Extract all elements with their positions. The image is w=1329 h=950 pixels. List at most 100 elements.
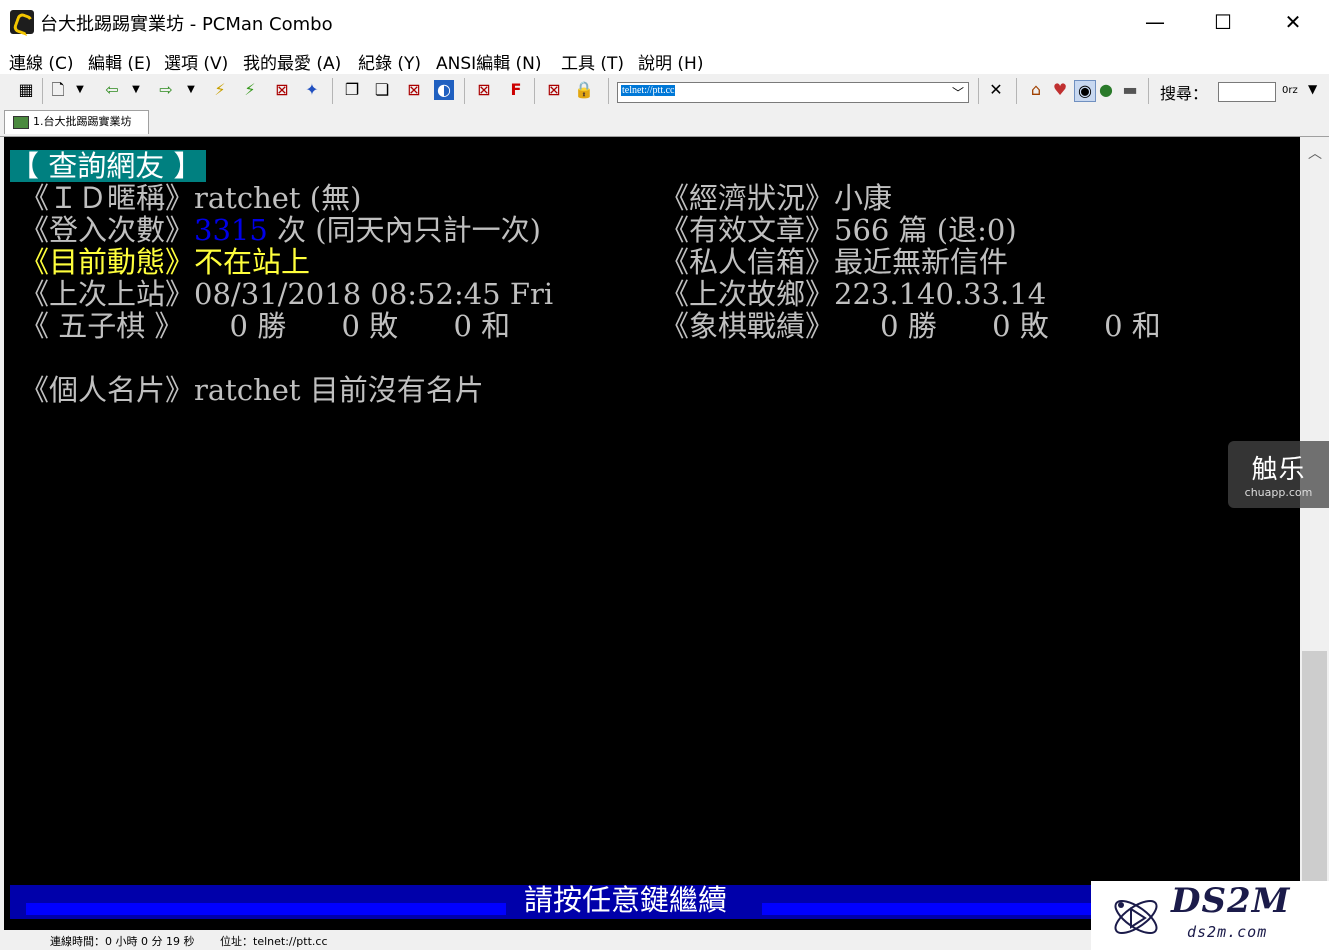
capture-icon[interactable]: ◉ <box>1074 80 1096 102</box>
page-title: 【 查詢網友 】 <box>10 150 207 182</box>
favorites-icon[interactable]: ♥ <box>1050 80 1070 100</box>
reconnect-icon[interactable]: ⚡ <box>210 80 230 100</box>
mail-row: 《私人信箱》最近無新信件 <box>660 246 1008 278</box>
chevron-down-icon[interactable]: ﹀ <box>952 84 964 101</box>
title-bar: 台大批踢踢實業坊 - PCMan Combo — ☐ ✕ <box>0 0 1329 44</box>
chuapp-watermark: 触乐 chuapp.com <box>1228 441 1329 508</box>
gomoku-value: 0 勝 0 敗 0 和 <box>183 309 511 343</box>
menu-bar: 連線 (C) 編輯 (E) 選項 (V) 我的最愛 (A) 紀錄 (Y) ANS… <box>0 44 1329 74</box>
menu-log[interactable]: 紀錄 (Y) <box>358 49 421 74</box>
tab-connection[interactable]: 1.台大批踢踢實業坊 <box>4 110 149 134</box>
id-row: 《ＩＤ暱稱》ratchet (無) <box>20 182 361 214</box>
status-value: 不在站上 <box>194 245 311 279</box>
pin-icon[interactable]: ✦ <box>302 80 322 100</box>
menu-edit[interactable]: 編輯 (E) <box>88 49 151 74</box>
minimize-button[interactable]: — <box>1120 0 1190 44</box>
watermark-main: 触乐 <box>1251 455 1306 485</box>
gomoku-label: 《 五子棋 》 <box>20 309 184 343</box>
copy-icon[interactable]: ❐ <box>342 80 362 100</box>
status-label: 《目前動態》 <box>20 245 195 279</box>
scroll-up-icon[interactable]: ︿ <box>1308 143 1322 163</box>
chess-row: 《象棋戰績》 0 勝 0 敗 0 和 <box>660 310 1161 342</box>
logins-count: 3315 <box>194 213 268 247</box>
maximize-button[interactable]: ☐ <box>1188 0 1258 44</box>
lock-icon[interactable]: 🔒 <box>574 80 594 100</box>
articles-value: 566 篇 (退:0) <box>834 213 1017 247</box>
articles-row: 《有效文章》566 篇 (退:0) <box>660 214 1017 246</box>
app-icon <box>10 10 34 34</box>
site-list-icon[interactable]: ▦ <box>16 80 36 100</box>
close-button[interactable]: ✕ <box>1258 0 1328 44</box>
address-bar[interactable]: telnet://ptt.cc ﹀ <box>617 82 969 103</box>
logins-suffix: 次 (同天內只計一次) <box>267 213 541 247</box>
back-arrow-icon[interactable]: ⇦ <box>102 80 122 100</box>
chess-value: 0 勝 0 敗 0 和 <box>834 309 1161 343</box>
forward-arrow-icon[interactable]: ⇨ <box>156 80 176 100</box>
block-icon[interactable]: ⊠ <box>544 80 564 100</box>
terminal-icon <box>13 115 29 129</box>
connect-time: 連線時間：0 小時 0 分 19 秒 <box>50 935 195 948</box>
last-ip-value: 223.140.33.14 <box>834 277 1047 311</box>
chevron-down-icon[interactable]: ▼ <box>1308 82 1317 96</box>
menu-favorites[interactable]: 我的最愛 (A) <box>243 49 341 74</box>
chevron-down-icon[interactable]: ▼ <box>74 80 86 100</box>
menu-connect[interactable]: 連線 (C) <box>9 49 74 74</box>
economy-value: 小康 <box>834 181 893 215</box>
watermark-sub: chuapp.com <box>1244 486 1313 499</box>
status-row: 《目前動態》不在站上 <box>20 246 310 278</box>
window-icon[interactable]: ▬ <box>1120 80 1140 100</box>
articles-label: 《有效文章》 <box>660 213 835 247</box>
chevron-down-icon[interactable]: ▼ <box>130 80 142 100</box>
window-title: 台大批踢踢實業坊 - PCMan Combo <box>40 14 333 35</box>
menu-options[interactable]: 選項 (V) <box>164 49 228 74</box>
mail-label: 《私人信箱》 <box>660 245 835 279</box>
economy-row: 《經濟狀況》小康 <box>660 182 892 214</box>
last-ip-row: 《上次故鄉》223.140.33.14 <box>660 278 1046 310</box>
gomoku-row: 《 五子棋 》 0 勝 0 敗 0 和 <box>20 310 510 342</box>
menu-tools[interactable]: 工具 (T) <box>561 49 624 74</box>
ds2m-emblem-icon <box>1114 899 1158 935</box>
search-engine-select[interactable]: 0rz <box>1282 85 1298 96</box>
search-input[interactable] <box>1218 82 1276 102</box>
menu-help[interactable]: 說明 (H) <box>638 49 703 74</box>
id-label: 《ＩＤ暱稱》 <box>20 181 195 215</box>
address-input[interactable]: telnet://ptt.cc <box>621 85 676 96</box>
ds2m-logo-url: ds2m.com <box>1187 923 1268 941</box>
close-tab-icon[interactable]: ✕ <box>986 80 1006 100</box>
disconnect-icon[interactable]: ⊠ <box>272 80 292 100</box>
chess-label: 《象棋戰績》 <box>660 309 835 343</box>
menu-ansi-edit[interactable]: ANSI編輯 (N) <box>436 49 542 74</box>
tab-label: 1.台大批踢踢實業坊 <box>33 115 132 128</box>
ds2m-logo: DS2M ds2m.com <box>1091 881 1329 950</box>
clear-icon[interactable]: ⊠ <box>404 80 424 100</box>
home-icon[interactable]: ⌂ <box>1026 80 1046 100</box>
economy-label: 《經濟狀況》 <box>660 181 835 215</box>
id-value: ratchet (無) <box>194 181 362 215</box>
tab-bar: 1.台大批踢踢實業坊 <box>0 108 1329 137</box>
search-label: 搜尋： <box>1160 84 1209 103</box>
chevron-down-icon[interactable]: ▼ <box>185 80 197 100</box>
reconnect-all-icon[interactable]: ⚡ <box>240 80 260 100</box>
ansi-clear-icon[interactable]: ⊠ <box>474 80 494 100</box>
font-icon[interactable]: F <box>506 80 526 100</box>
vertical-scrollbar[interactable]: ︿ <box>1300 137 1329 930</box>
mail-value: 最近無新信件 <box>834 245 1009 279</box>
terminal-screen[interactable]: 【 查詢網友 】 《ＩＤ暱稱》ratchet (無) 《經濟狀況》小康 《登入次… <box>4 137 1300 930</box>
continue-prompt: 請按任意鍵繼續 <box>524 883 728 917</box>
pcman-icon[interactable]: ◐ <box>434 80 454 100</box>
card-value: ratchet 目前沒有名片 <box>194 373 484 407</box>
status-address: 位址：telnet://ptt.cc <box>220 935 328 948</box>
last-login-row: 《上次上站》08/31/2018 08:52:45 Fri <box>20 278 553 310</box>
logins-row: 《登入次數》3315 次 (同天內只計一次) <box>20 214 541 246</box>
paste-icon[interactable]: ❏ <box>372 80 392 100</box>
globe-icon[interactable]: ● <box>1096 80 1116 100</box>
card-row: 《個人名片》ratchet 目前沒有名片 <box>20 374 484 406</box>
logins-label: 《登入次數》 <box>20 213 195 247</box>
last-login-value: 08/31/2018 08:52:45 Fri <box>194 277 554 311</box>
new-connection-icon[interactable]: 🗋 <box>48 80 68 100</box>
last-login-label: 《上次上站》 <box>20 277 195 311</box>
prompt-stripe <box>26 903 506 915</box>
card-label: 《個人名片》 <box>20 373 195 407</box>
last-ip-label: 《上次故鄉》 <box>660 277 835 311</box>
ds2m-logo-text: DS2M <box>1171 881 1291 921</box>
